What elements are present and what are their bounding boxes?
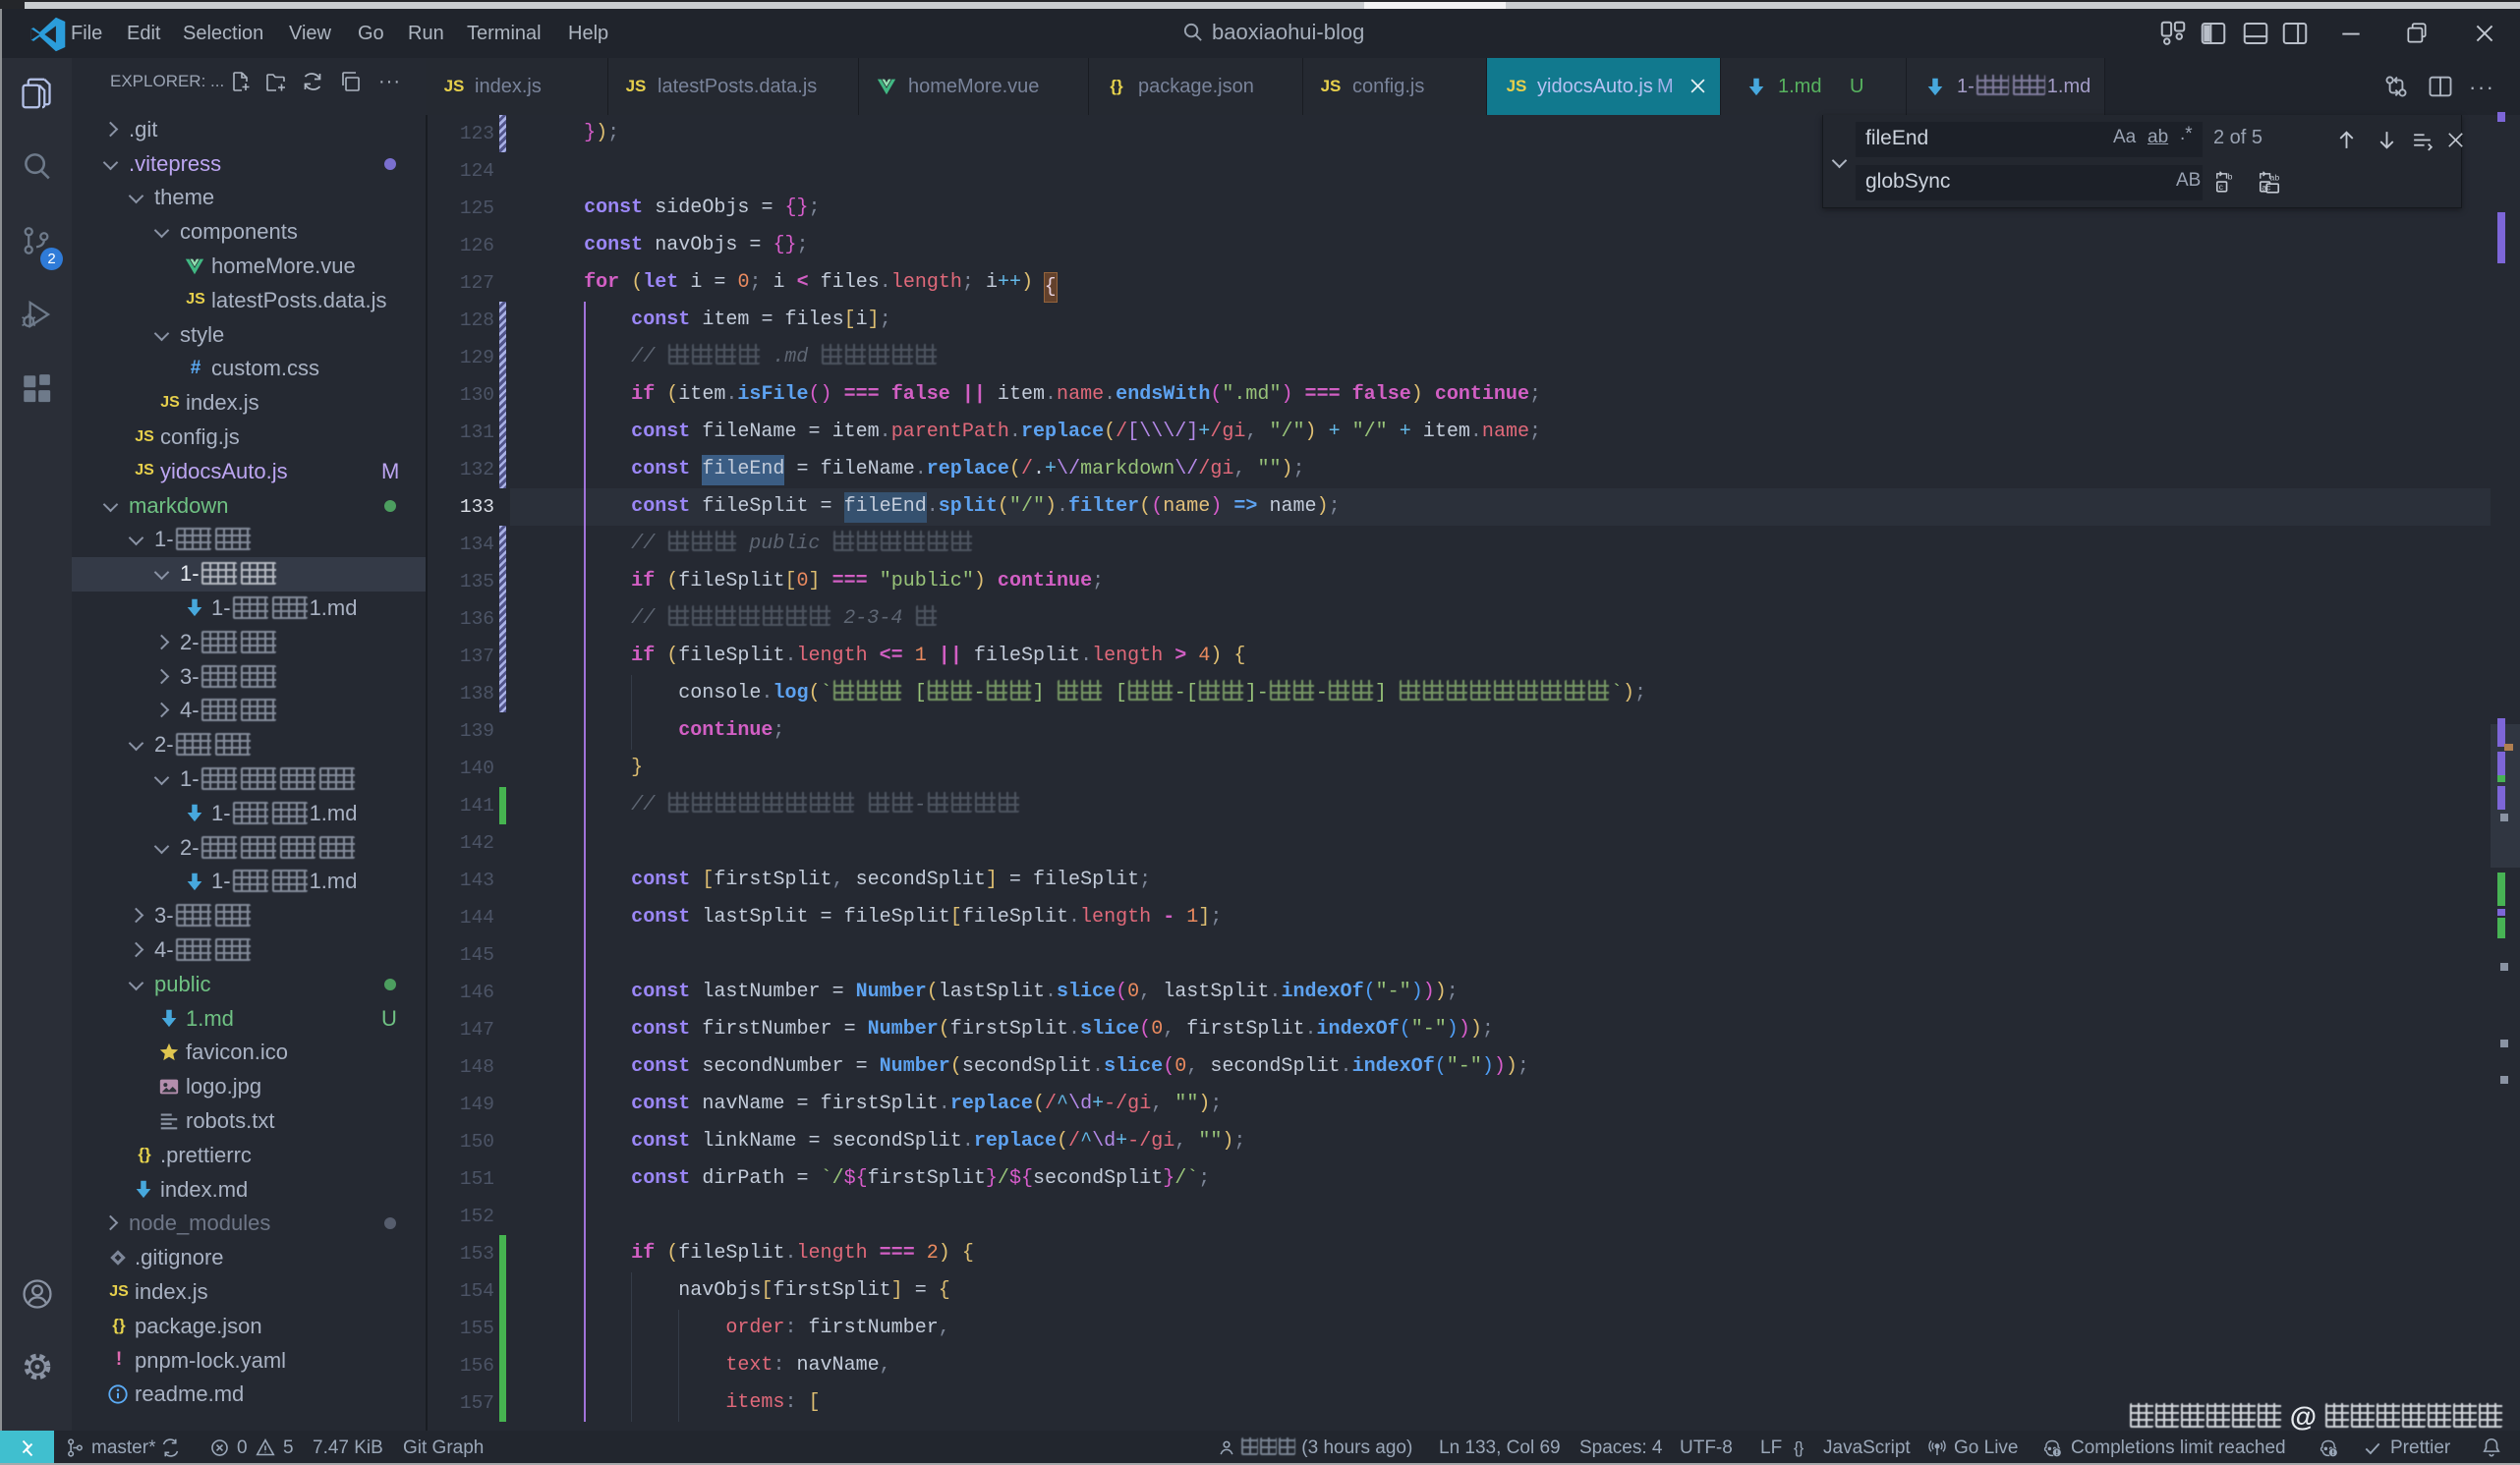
svg-text:b: b bbox=[2228, 171, 2233, 181]
svg-text:c: c bbox=[2219, 182, 2224, 192]
svg-text:ab: ab bbox=[2270, 172, 2280, 182]
svg-text:ac: ac bbox=[2262, 182, 2271, 192]
